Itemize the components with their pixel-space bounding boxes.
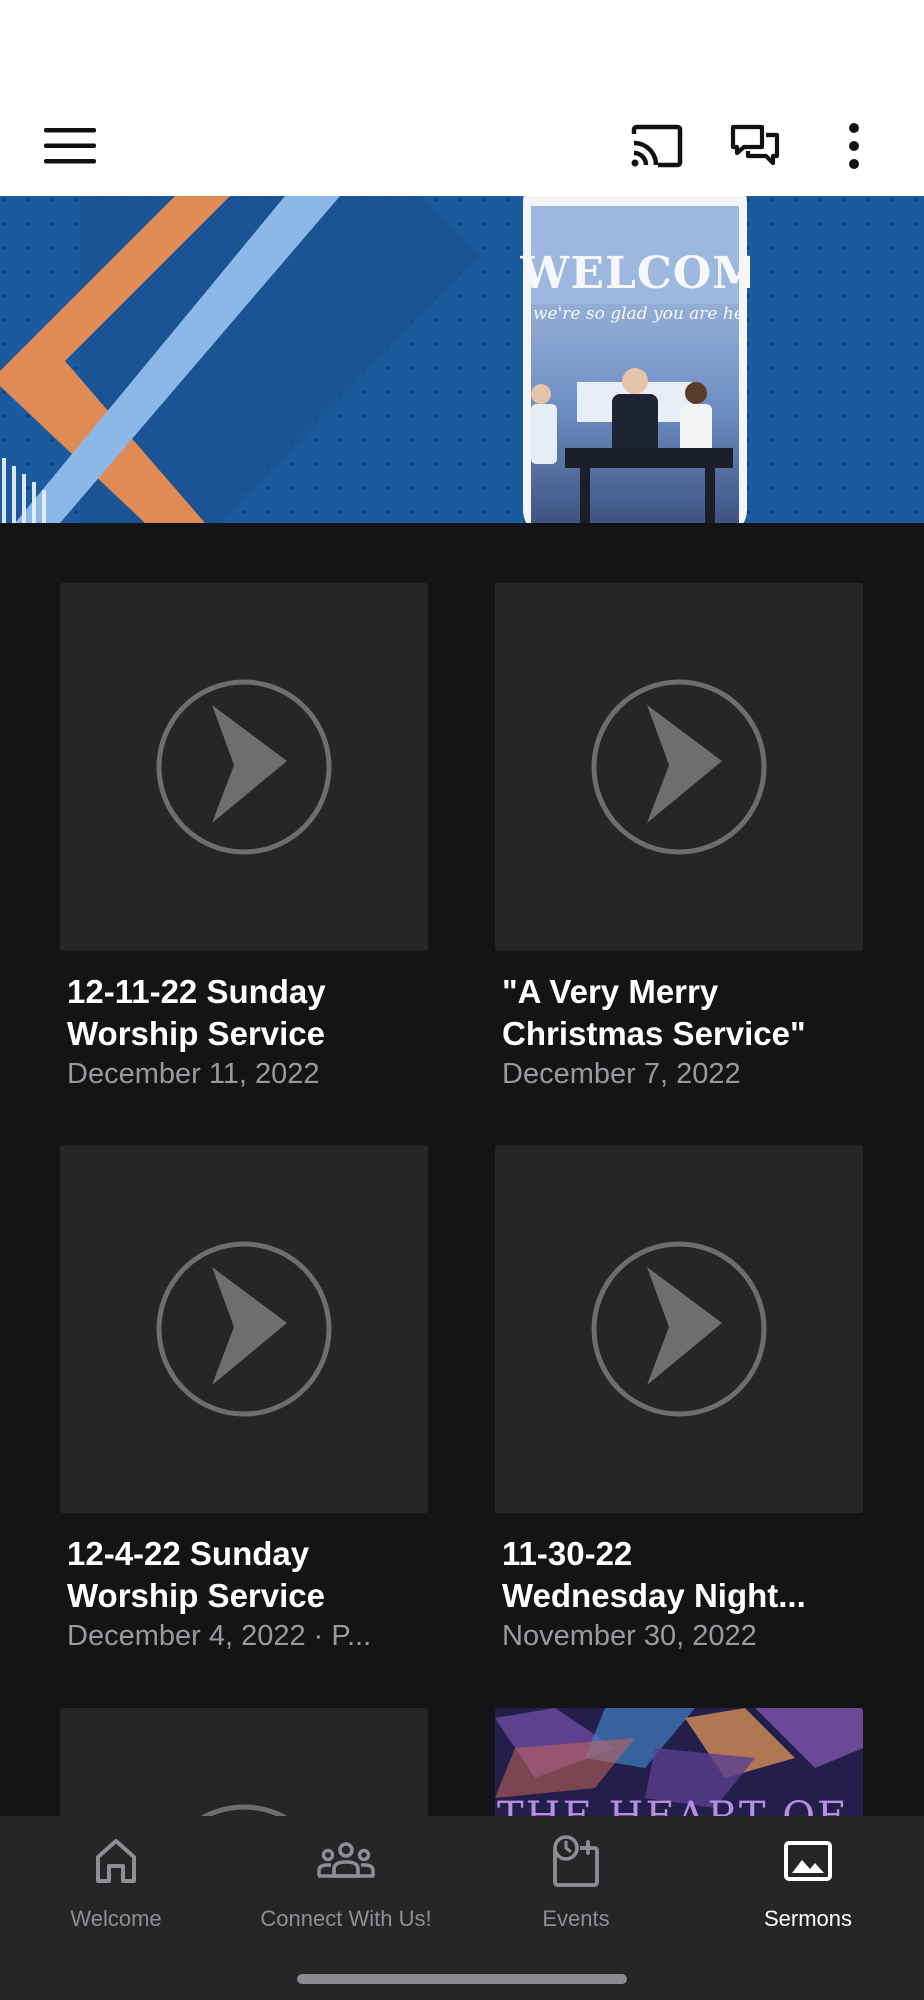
nav-item-events[interactable]: Events	[500, 1830, 652, 1950]
sermon-grid: 12-11-22 Sunday Worship Service December…	[0, 523, 924, 1816]
artwork-title-text: THE HEART OF A	[497, 1794, 863, 1816]
sermon-artwork-thumbnail[interactable]: THE HEART OF A	[495, 1708, 863, 1816]
calendar-clock-icon	[553, 1835, 599, 1887]
sermon-card[interactable]: 12-4-22 Sunday Worship Service December …	[60, 1145, 428, 1655]
sermon-thumbnail[interactable]	[495, 1145, 863, 1513]
app-bar	[0, 92, 924, 196]
sermon-card[interactable]	[60, 1708, 428, 1816]
nav-label: Events	[542, 1906, 610, 1931]
chat-bubbles-icon	[730, 124, 780, 166]
phone-mockup	[523, 196, 747, 523]
nav-item-connect-with-us[interactable]: Connect With Us!	[235, 1830, 457, 1950]
nav-label: Connect With Us!	[260, 1906, 432, 1931]
sermon-title: "A Very Merry Christmas Service"	[502, 973, 806, 1052]
sermon-title: 12-4-22 Sunday Worship Service	[67, 1535, 325, 1614]
sermon-card[interactable]: THE HEART OF A	[495, 1708, 863, 1816]
welcome-banner: WELCOM we're so glad you are here	[0, 196, 924, 523]
sermon-date: December 11, 2022	[67, 1058, 320, 1090]
nav-label: Sermons	[763, 1906, 853, 1931]
sermon-card[interactable]: "A Very Merry Christmas Service" Decembe…	[495, 583, 863, 1093]
more-options-button[interactable]	[822, 114, 886, 178]
home-indicator	[297, 1974, 627, 1984]
banner-welcome-text: WELCOM	[520, 248, 750, 299]
nav-label: Welcome	[70, 1906, 162, 1931]
cast-icon	[631, 124, 683, 168]
sermon-date: December 7, 2022	[502, 1058, 741, 1090]
status-bar	[0, 0, 924, 92]
play-circle-icon	[156, 679, 332, 855]
sermon-title: 12-11-22 Sunday Worship Service	[67, 973, 326, 1052]
play-circle-icon	[200, 1804, 288, 1816]
sermon-date: December 4, 2022 · P...	[67, 1620, 372, 1652]
sermon-card[interactable]: 11-30-22 Wednesday Night... November 30,…	[495, 1145, 863, 1655]
sermon-thumbnail[interactable]	[60, 1708, 428, 1816]
home-icon	[96, 1839, 136, 1883]
sermon-card[interactable]: 12-11-22 Sunday Worship Service December…	[60, 583, 428, 1093]
more-vertical-icon	[849, 123, 859, 169]
nav-item-welcome[interactable]: Welcome	[40, 1830, 192, 1950]
play-circle-icon	[591, 679, 767, 855]
sermon-thumbnail[interactable]	[60, 583, 428, 951]
image-icon	[784, 1841, 832, 1881]
play-circle-icon	[156, 1241, 332, 1417]
sermon-title: 11-30-22 Wednesday Night...	[502, 1535, 806, 1614]
cast-button[interactable]	[625, 114, 689, 178]
chat-button[interactable]	[723, 114, 787, 178]
nav-item-sermons[interactable]: Sermons	[732, 1830, 884, 1950]
bottom-navigation: Welcome Connect With Us! Events Sermons	[0, 1816, 924, 2000]
hamburger-menu-icon	[44, 128, 96, 164]
banner-script-text: we're so glad you are here	[533, 304, 739, 324]
menu-button[interactable]	[38, 114, 102, 178]
play-circle-icon	[591, 1241, 767, 1417]
sermon-thumbnail[interactable]	[60, 1145, 428, 1513]
sermon-thumbnail[interactable]	[495, 583, 863, 951]
people-group-icon	[317, 1842, 375, 1878]
sermon-date: November 30, 2022	[502, 1620, 757, 1652]
banner-graphic	[0, 196, 924, 523]
